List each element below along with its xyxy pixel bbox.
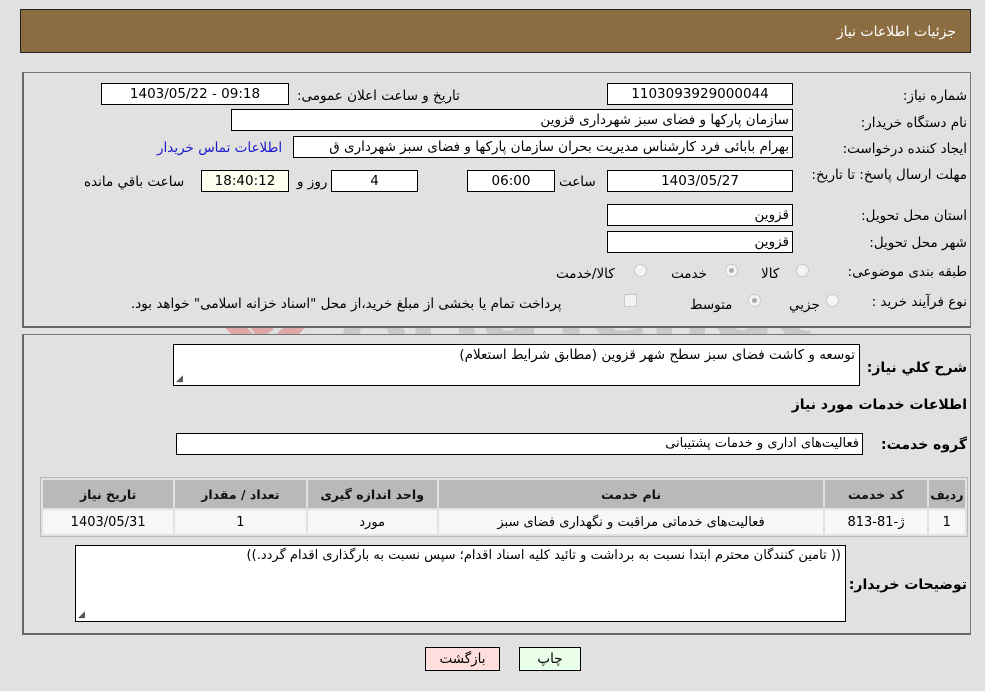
table-header-row: ردیف کد خدمت نام خدمت واحد اندازه گیری ت… — [43, 480, 965, 508]
purchase-option-medium: متوسط — [690, 297, 733, 313]
cell-need-date: 1403/05/31 — [43, 510, 174, 534]
buyer-org-field: سازمان پارکها و فضای سبز شهرداری قزوین — [231, 109, 793, 131]
category-radio-goods-service[interactable] — [634, 264, 647, 277]
need-number-field: 1103093929000044 — [607, 83, 793, 105]
time-remaining-label: ساعت باقي مانده — [84, 174, 185, 190]
category-option-goods: کالا — [761, 266, 780, 282]
col-header-row-number: ردیف — [928, 480, 965, 508]
description-textarea[interactable]: توسعه و کاشت فضای سبز سطح شهر قزوین (مطا… — [173, 344, 860, 386]
col-header-unit: واحد اندازه گیری — [307, 480, 437, 508]
need-number-label: شماره نیاز: — [902, 88, 967, 104]
cell-row-number: 1 — [928, 510, 965, 534]
print-button[interactable]: چاپ — [519, 647, 581, 671]
buyer-notes-text: (( تامین کنندگان محترم ابتدا نسبت به برد… — [246, 548, 841, 563]
city-label: شهر محل تحویل: — [869, 235, 967, 251]
buyer-org-label: نام دستگاه خریدار: — [860, 115, 967, 131]
cell-service-name: فعالیت‌های خدماتی مراقبت و نگهداری فضای … — [438, 510, 824, 534]
back-button[interactable]: بازگشت — [425, 647, 500, 671]
page-title: جزئیات اطلاعات نیاز — [836, 24, 956, 40]
time-remaining-field: 18:40:12 — [201, 170, 289, 192]
category-label: طبقه بندی موضوعی: — [847, 264, 967, 280]
announce-datetime-label: تاریخ و ساعت اعلان عمومی: — [297, 88, 460, 104]
deadline-date-field: 1403/05/27 — [607, 170, 793, 192]
province-label: استان محل تحویل: — [861, 208, 967, 224]
purchase-radio-minor[interactable] — [826, 294, 839, 307]
description-text: توسعه و کاشت فضای سبز سطح شهر قزوین (مطا… — [459, 347, 855, 363]
category-radio-service[interactable] — [725, 264, 738, 277]
col-header-need-date: تاریخ نیاز — [43, 480, 174, 508]
category-radio-goods[interactable] — [796, 264, 809, 277]
purchase-type-label: نوع فرآیند خرید : — [871, 294, 967, 310]
service-group-label: گروه خدمت: — [881, 437, 967, 453]
col-header-quantity: تعداد / مقدار — [175, 480, 306, 508]
category-option-service: خدمت — [671, 266, 707, 282]
resize-handle-icon[interactable]: ◢ — [78, 610, 85, 620]
cell-service-code: ژ-81-813 — [825, 510, 927, 534]
treasury-payment-checkbox[interactable] — [624, 294, 637, 307]
cell-unit: مورد — [307, 510, 437, 534]
cell-quantity: 1 — [175, 510, 306, 534]
deadline-label: مهلت ارسال پاسخ: تا تاریخ: — [811, 167, 967, 183]
category-option-goods-service: کالا/خدمت — [556, 266, 615, 282]
services-table: ردیف کد خدمت نام خدمت واحد اندازه گیری ت… — [40, 477, 968, 537]
buyer-contact-link[interactable]: اطلاعات تماس خریدار — [157, 140, 282, 156]
service-group-field: فعالیت‌های اداری و خدمات پشتیبانی — [176, 433, 863, 455]
days-label: روز و — [297, 174, 328, 190]
description-label: شرح کلي نیاز: — [866, 360, 967, 376]
purchase-option-minor: جزيي — [789, 297, 820, 313]
purchase-radio-medium[interactable] — [748, 294, 761, 307]
services-section-title: اطلاعات خدمات مورد نیاز — [791, 397, 967, 413]
requester-field: بهرام بابائی فرد کارشناس مدیریت بحران سا… — [293, 136, 793, 158]
requester-label: ایجاد کننده درخواست: — [842, 141, 967, 157]
buyer-notes-textarea[interactable]: (( تامین کنندگان محترم ابتدا نسبت به برد… — [75, 545, 846, 622]
deadline-time-label: ساعت — [559, 174, 596, 190]
deadline-time-field: 06:00 — [467, 170, 555, 192]
city-field: قزوین — [607, 231, 793, 253]
treasury-payment-note: پرداخت تمام یا بخشی از مبلغ خرید،از محل … — [131, 296, 562, 312]
announce-datetime-field: 1403/05/22 - 09:18 — [101, 83, 289, 105]
resize-handle-icon[interactable]: ◢ — [176, 374, 183, 384]
table-row: 1 ژ-81-813 فعالیت‌های خدماتی مراقبت و نگ… — [43, 510, 965, 534]
col-header-service-name: نام خدمت — [438, 480, 824, 508]
buyer-notes-label: توضیحات خریدار: — [848, 577, 967, 593]
province-field: قزوین — [607, 204, 793, 226]
page-header: جزئیات اطلاعات نیاز — [20, 9, 971, 53]
days-remaining-field: 4 — [331, 170, 418, 192]
col-header-service-code: کد خدمت — [825, 480, 927, 508]
